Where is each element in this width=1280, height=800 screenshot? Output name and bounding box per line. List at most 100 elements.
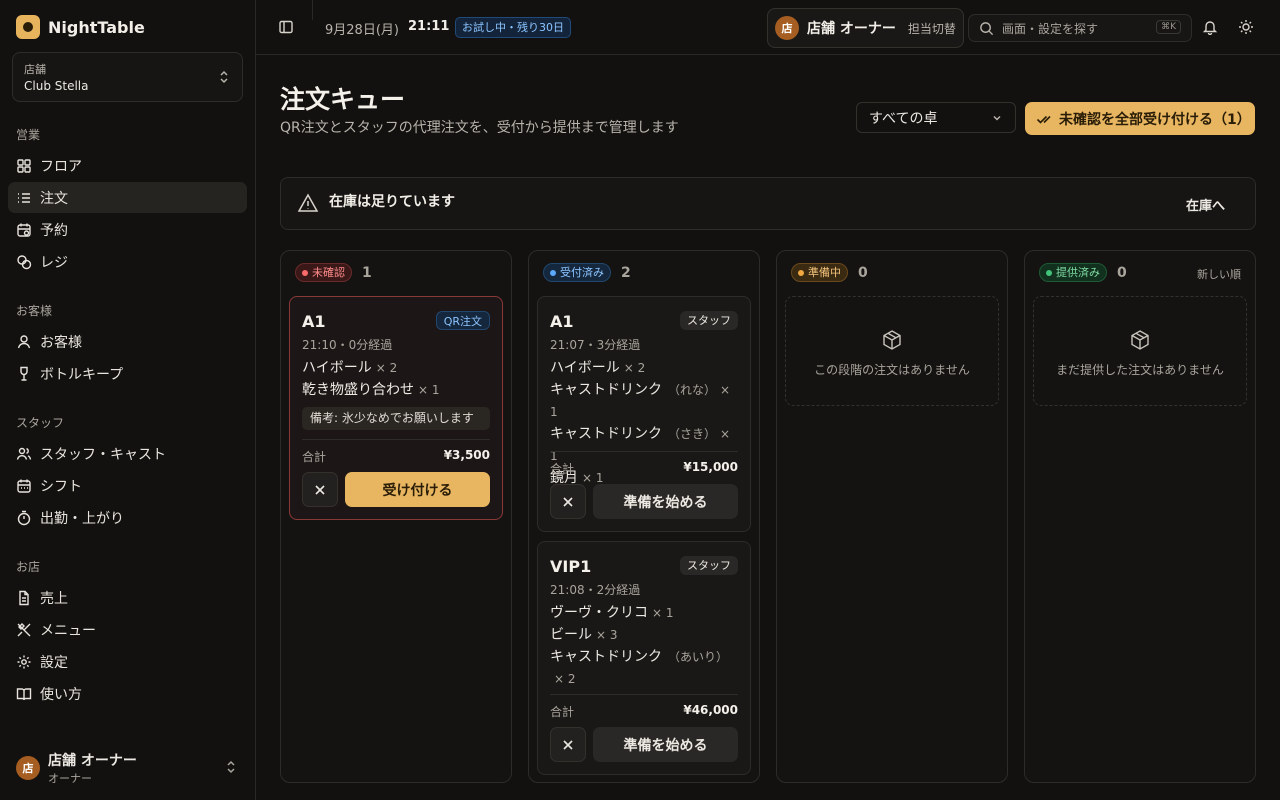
accept-all-button[interactable]: 未確認を全部受け付ける（1）	[1025, 102, 1255, 135]
search-icon	[980, 21, 994, 35]
sidebar-item-menu[interactable]: メニュー	[8, 614, 247, 645]
sort-order-toggle[interactable]: 新しい順	[1197, 266, 1241, 282]
cancel-button[interactable]	[550, 484, 586, 519]
order-table: A1	[550, 312, 574, 331]
topbar: 9月28日(月) 21:11 お試し中・残り30日 店 店舗 オーナー 担当切替…	[256, 0, 1280, 55]
sidebar-item-register[interactable]: レジ	[8, 246, 247, 277]
sidebar-item-label: フロア	[40, 158, 82, 175]
wine-glass-icon	[20, 366, 28, 381]
switch-staff-label: 担当切替	[907, 21, 956, 36]
section-title-shop: お店	[16, 560, 41, 574]
status-badge: 受付済み	[543, 263, 611, 282]
order-items: ヴーヴ・クリコ × 1 ビール × 3 キャストドリンク （あいり）× 2	[550, 602, 738, 690]
staff-switcher[interactable]: 店 店舗 オーナー 担当切替	[767, 8, 964, 48]
double-check-icon	[1036, 115, 1051, 124]
order-card[interactable]: A1 スタッフ 21:07・3分経過 ハイボール × 2 キャストドリンク （れな）…	[537, 296, 751, 532]
column-count: 0	[1117, 264, 1127, 281]
brand-name: NightTable	[48, 17, 145, 37]
empty-state-text: まだ提供した注文はありません	[1056, 363, 1224, 377]
divider	[550, 694, 738, 695]
total-label: 合計	[302, 450, 327, 464]
column-preparing: 準備中 0 この段階の注文はありません	[776, 250, 1008, 783]
sidebar-item-label: メニュー	[40, 622, 96, 639]
calendar-icon	[17, 479, 31, 493]
page-title: 注文キュー	[280, 85, 406, 114]
accept-all-label: 未確認を全部受け付ける（1）	[1059, 111, 1251, 128]
order-item: ハイボール × 2	[550, 360, 646, 376]
start-prep-button[interactable]: 準備を始める	[593, 484, 738, 519]
close-icon	[315, 484, 325, 495]
sidebar-item-floor[interactable]: フロア	[8, 150, 247, 181]
owner-name: 店舗 オーナー	[807, 21, 896, 37]
order-items: ハイボール × 2 乾き物盛り合わせ × 1	[302, 357, 490, 401]
sidebar-item-settings[interactable]: 設定	[8, 646, 247, 677]
total-value: ¥3,500	[443, 448, 490, 462]
users-icon	[16, 447, 32, 460]
list-icon	[18, 192, 30, 203]
sidebar-item-label: お客様	[40, 334, 82, 351]
sidebar-item-attendance[interactable]: 出勤・上がり	[8, 502, 247, 533]
sidebar-toggle-icon[interactable]	[278, 19, 294, 35]
order-table: A1	[302, 312, 326, 331]
column-accepted: 受付済み 2 A1 スタッフ 21:07・3分経過 ハイボール × 2 キャストド…	[528, 250, 760, 783]
column-count: 0	[858, 264, 868, 281]
section-title-customers: お客様	[16, 304, 53, 318]
order-card[interactable]: A1 QR注文 21:10・0分経過 ハイボール × 2 乾き物盛り合わせ × 1 …	[289, 296, 503, 520]
user-role: オーナー	[48, 772, 92, 785]
book-open-icon	[16, 687, 32, 700]
user-menu[interactable]: 店 店舗 オーナー オーナー	[16, 750, 241, 786]
stock-link[interactable]: 在庫へ	[1186, 195, 1225, 214]
sidebar-item-customers[interactable]: お客様	[8, 326, 247, 357]
calendar-clock-icon	[17, 223, 31, 237]
order-item: ヴーヴ・クリコ × 1	[550, 605, 674, 621]
column-count: 2	[621, 264, 631, 281]
sidebar-item-shifts[interactable]: シフト	[8, 470, 247, 501]
total-value: ¥46,000	[683, 703, 738, 717]
chevron-updown-icon	[220, 70, 228, 84]
sun-icon[interactable]	[1238, 19, 1254, 35]
start-prep-button[interactable]: 準備を始める	[593, 727, 738, 762]
order-item: ビール × 3	[550, 627, 618, 643]
user-name: 店舗 オーナー	[48, 753, 137, 769]
warning-icon	[297, 193, 319, 212]
table-filter-select[interactable]: すべての卓	[856, 102, 1016, 133]
search-input[interactable]: 画面・設定を探す ⌘K	[968, 14, 1192, 42]
empty-state: まだ提供した注文はありません	[1033, 296, 1247, 406]
sidebar-item-label: ボトルキープ	[40, 366, 124, 383]
package-icon	[883, 330, 901, 350]
order-card[interactable]: VIP1 スタッフ 21:08・2分経過 ヴーヴ・クリコ × 1 ビール × 3 キ…	[537, 541, 751, 775]
sidebar-item-bottle-keep[interactable]: ボトルキープ	[8, 358, 247, 389]
section-title-staff: スタッフ	[16, 416, 65, 430]
sidebar-item-guide[interactable]: 使い方	[8, 678, 247, 709]
order-source-tag: スタッフ	[680, 556, 738, 575]
store-switcher[interactable]: 店舗 Club Stella	[12, 52, 243, 102]
avatar: 店	[775, 16, 799, 40]
utensils-icon	[17, 622, 31, 636]
accept-button[interactable]: 受け付ける	[345, 472, 490, 507]
bell-icon[interactable]	[1202, 19, 1218, 35]
store-label: 店舗	[24, 63, 46, 76]
sidebar-item-label: 使い方	[40, 686, 82, 703]
sidebar-item-label: シフト	[40, 478, 82, 495]
gear-icon	[17, 655, 31, 668]
total-value: ¥15,000	[683, 460, 738, 474]
order-time: 21:08・2分経過	[550, 583, 641, 597]
sidebar-item-reservations[interactable]: 予約	[8, 214, 247, 245]
sidebar-item-staff-cast[interactable]: スタッフ・キャスト	[8, 438, 247, 469]
topbar-divider	[312, 0, 313, 20]
reject-button[interactable]	[302, 472, 338, 507]
main-content: 9月28日(月) 21:11 お試し中・残り30日 店 店舗 オーナー 担当切替…	[256, 0, 1280, 800]
user-icon	[17, 334, 31, 348]
divider	[302, 439, 490, 440]
brand[interactable]: NightTable	[16, 15, 145, 39]
status-badge: 準備中	[791, 263, 848, 282]
order-item: キャストドリンク （れな） × 1	[550, 382, 731, 419]
chevron-down-icon	[993, 115, 1001, 121]
order-source-tag: スタッフ	[680, 311, 738, 330]
cancel-button[interactable]	[550, 727, 586, 762]
chevron-updown-icon	[227, 760, 235, 774]
sidebar-item-sales[interactable]: 売上	[8, 582, 247, 613]
sidebar-item-orders[interactable]: 注文	[8, 182, 247, 213]
order-item: ハイボール × 2	[302, 360, 398, 376]
section-title-sales: 営業	[16, 128, 41, 142]
